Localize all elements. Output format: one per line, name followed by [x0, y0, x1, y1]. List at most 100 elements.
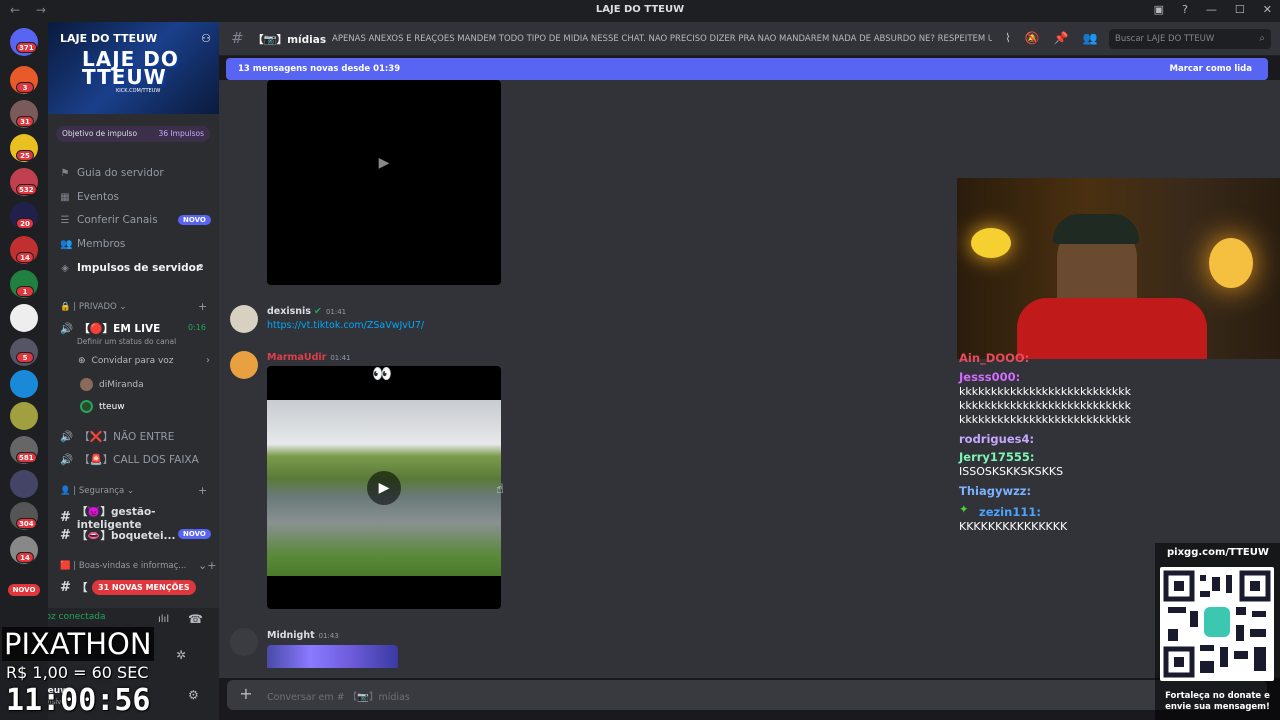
add-channel-icon[interactable]: +	[198, 300, 207, 313]
text-channel[interactable]: # 【	[60, 580, 87, 595]
text-channel[interactable]: # 【👿】gestão-inteligente	[60, 504, 219, 531]
server-icon[interactable]	[10, 304, 38, 332]
menu-events[interactable]: ▦ Eventos	[60, 191, 119, 203]
channel-name: 【📷】mídias	[253, 34, 327, 46]
voice-user-name: tteuw	[99, 401, 125, 412]
noise-icon[interactable]: ılıl	[158, 614, 169, 625]
author-name: Midnight	[267, 630, 315, 641]
pixathon-rate: R$ 1,00 = 60 SEC	[6, 663, 149, 682]
qr-graphic	[1163, 570, 1271, 678]
new-mentions-pill[interactable]: 31 NOVAS MENÇÕES	[92, 580, 196, 595]
server-banner[interactable]: LAJE DO TTEUW ⚇ LAJE DO TTEUW KICK.COM/T…	[48, 22, 219, 114]
donation-box: pixgg.com/TTEUW Fortaleça no donate e en…	[1155, 543, 1280, 720]
voice-channel[interactable]: 🔊 【❌】NÃO ENTRE	[60, 429, 174, 444]
message-emoji: 👀	[372, 364, 392, 383]
add-channel-icon[interactable]: ⌄+	[198, 559, 216, 572]
search-input[interactable]: Buscar LAJE DO TTEUW ⌕	[1109, 29, 1271, 49]
message-author[interactable]: dexisnis ✔ 01:41	[267, 306, 346, 317]
boost-goal-bar[interactable]: Objetivo de impulso 36 Impulsos	[56, 126, 210, 142]
voice-user[interactable]: tteuw	[80, 400, 125, 413]
channel-status[interactable]: Definir um status do canal	[77, 337, 176, 346]
play-icon[interactable]: ▶	[367, 146, 401, 180]
category-boas-vindas[interactable]: 🟥 | Boas-vindas e informaç...	[60, 561, 186, 571]
invite-to-voice[interactable]: ⊕ Convidar para voz	[78, 356, 174, 366]
hash-icon: #	[231, 29, 244, 47]
title-bar: ← → LAJE DO TTEUW ▣ ? — ☐ ✕	[0, 0, 1280, 22]
inbox-icon[interactable]: ▣	[1154, 3, 1164, 16]
menu-server-guide[interactable]: ⚑ Guia do servidor	[60, 167, 164, 179]
video-attachment[interactable]: 👀 ▶	[267, 364, 501, 609]
upload-plus-icon[interactable]: +	[237, 685, 255, 703]
close-icon[interactable]: ✕	[1263, 3, 1272, 16]
notifications-muted-icon[interactable]: 🔕	[1025, 31, 1040, 45]
avatar	[80, 378, 93, 391]
avatar[interactable]	[230, 351, 258, 379]
unread-badge: 532	[16, 184, 37, 195]
minimize-icon[interactable]: —	[1206, 3, 1217, 16]
menu-members[interactable]: 👥 Membros	[60, 238, 125, 250]
add-user-icon: ⊕	[78, 356, 86, 366]
text-channel[interactable]: # 【👄】boquetei...	[60, 528, 176, 543]
channel-label: 【🔴】EM LIVE	[79, 323, 161, 335]
message-link[interactable]: https://vt.tiktok.com/ZSaVwJvU7/	[267, 320, 424, 331]
boost-goal-label: Objetivo de impulso	[62, 129, 138, 138]
server-icon[interactable]	[10, 470, 38, 498]
signpost-icon: ⚑	[60, 167, 70, 179]
unread-badge: 3	[16, 82, 34, 93]
voice-channel[interactable]: 🔊 【🚨】CALL DOS FAIXA	[60, 452, 199, 467]
chat-user: Thiagywzz:	[959, 484, 1032, 498]
category-label: | Boas-vindas e informaç...	[73, 561, 187, 571]
server-name[interactable]: LAJE DO TTEUW	[60, 32, 157, 45]
voice-user[interactable]: diMiranda	[80, 378, 144, 391]
chat-user: zezin111:	[979, 505, 1041, 519]
pixathon-title: PIXATHON	[2, 627, 154, 661]
settings-gear-icon[interactable]: ⚙	[188, 688, 199, 702]
menu-label: Conferir Canais	[77, 214, 158, 226]
pin-icon[interactable]: 📌	[1054, 31, 1069, 45]
banner-text: LAJE DO TTEUW	[82, 47, 179, 89]
message-author[interactable]: Midnight 01:43	[267, 630, 339, 641]
server-icon[interactable]	[10, 402, 38, 430]
hash-icon: #	[60, 528, 71, 543]
avatar[interactable]	[230, 628, 258, 656]
unread-badge: 14	[16, 552, 34, 563]
help-icon[interactable]: ?	[1182, 3, 1188, 16]
timestamp: 01:43	[318, 632, 339, 640]
threads-icon[interactable]: ⌇	[1005, 31, 1011, 45]
channel-label: 【	[76, 582, 88, 594]
webcam-overlay	[957, 178, 1280, 359]
member-list-icon[interactable]: 👥	[1083, 31, 1098, 45]
add-channel-icon[interactable]: +	[198, 484, 207, 497]
timestamp: 01:41	[325, 308, 347, 316]
play-icon[interactable]: ▶	[367, 471, 401, 505]
category-seguranca[interactable]: 👤 | Segurança ⌄	[60, 486, 134, 496]
speaker-icon: 🔊	[60, 323, 74, 335]
chat-user: Jerry17555:	[959, 450, 1035, 464]
invite-icon[interactable]: ⚇	[201, 32, 211, 45]
boost-menu-count: 2	[198, 263, 204, 272]
mark-as-read-button[interactable]: Marcar como lida	[1170, 58, 1253, 80]
maximize-icon[interactable]: ☐	[1235, 3, 1245, 16]
menu-browse-channels[interactable]: ☰ Conferir Canais	[60, 214, 158, 226]
voice-connected-label[interactable]: Voz conectada	[48, 612, 105, 622]
disconnect-icon[interactable]: ☎	[188, 612, 203, 626]
activity-icon[interactable]: ✲	[176, 648, 186, 662]
new-messages-bar[interactable]: 13 mensagens novas desde 01:39 Marcar co…	[226, 58, 1268, 80]
menu-server-boosts[interactable]: ◈ Impulsos de servidor	[60, 262, 201, 274]
channel-topic[interactable]: APENAS ANEXOS E REAÇÕES MANDEM TODO TIPO…	[332, 34, 992, 44]
channel-header: # 【📷】mídias APENAS ANEXOS E REAÇÕES MAND…	[219, 22, 1280, 56]
live-timer: 0:16	[188, 323, 206, 332]
avatar[interactable]	[230, 305, 258, 333]
message-composer[interactable]: + Conversar em # 【📷】mídias	[227, 680, 1267, 710]
image-attachment[interactable]	[267, 645, 398, 668]
donation-url: pixgg.com/TTEUW	[1167, 547, 1269, 558]
window-controls: ▣ ? — ☐ ✕	[1154, 3, 1272, 16]
voice-channel-live[interactable]: 🔊 【🔴】EM LIVE	[60, 321, 160, 336]
message-author[interactable]: MarmaUdir 01:41	[267, 352, 351, 363]
search-icon: ⌕	[1259, 33, 1265, 44]
unread-badge: 25	[16, 150, 34, 161]
channel-sidebar: LAJE DO TTEUW ⚇ LAJE DO TTEUW KICK.COM/T…	[48, 22, 219, 720]
video-attachment[interactable]: ▶	[267, 80, 501, 285]
category-privado[interactable]: 🔒 | PRIVADO ⌄	[60, 302, 127, 312]
server-icon[interactable]	[10, 370, 38, 398]
